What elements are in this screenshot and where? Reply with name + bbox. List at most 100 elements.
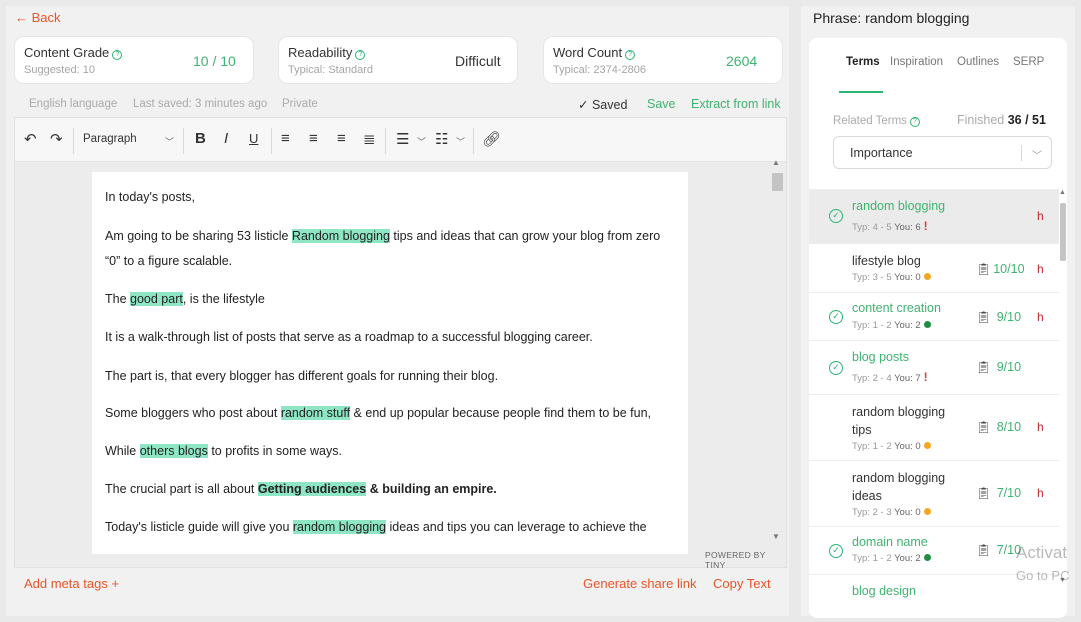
editor-document[interactable]: In today's posts, Am going to be sharing… <box>92 172 688 554</box>
term-typical: Typ: 4 - 5 <box>852 222 892 233</box>
copy-text-button[interactable]: Copy Text <box>713 576 771 591</box>
align-center-icon[interactable]: ≡ <box>309 130 318 147</box>
info-icon[interactable]: ? <box>625 50 636 60</box>
undo-icon[interactable]: ↶ <box>24 130 37 148</box>
check-circle-icon: ✓ <box>829 544 843 558</box>
info-icon[interactable]: ? <box>355 50 366 60</box>
add-meta-tags-button[interactable]: Add meta tags + <box>24 576 119 591</box>
term-name: blog design <box>852 584 916 598</box>
paragraph: It is a walk-through list of posts that … <box>105 330 593 344</box>
info-icon[interactable]: ? <box>112 50 123 60</box>
text: While <box>105 444 140 458</box>
numbered-list-icon[interactable]: ☷ <box>435 130 448 148</box>
chevron-down-icon[interactable]: ﹀ <box>165 135 174 148</box>
editor-scrollbar[interactable]: ▲ ▼ <box>769 158 783 550</box>
chevron-down-icon[interactable]: ﹀ <box>456 135 465 148</box>
tab-outlines[interactable]: Outlines <box>957 56 999 68</box>
term-name: content creation <box>852 301 941 315</box>
content-grade-title-text: Content Grade <box>24 45 110 60</box>
term-score-value: 9/10 <box>996 310 1022 324</box>
term-row[interactable]: random blogging ideas Typ: 2 - 3 You: 0 … <box>809 461 1059 527</box>
term-usage: Typ: 1 - 2 You: 2 <box>852 320 931 331</box>
term-row[interactable]: ✓ random blogging Typ: 4 - 5 You: 6! h <box>809 189 1059 244</box>
term-row[interactable]: ✓ content creation Typ: 1 - 2 You: 2 📋︎ … <box>809 293 1059 341</box>
align-right-icon[interactable]: ≡ <box>337 130 346 147</box>
heading-flag: h <box>1037 486 1044 500</box>
clipboard-icon: 📋︎ <box>976 543 992 557</box>
save-button[interactable]: Save <box>647 97 676 111</box>
term-score-value: 8/10 <box>996 420 1022 434</box>
extract-from-link-button[interactable]: Extract from link <box>691 97 781 111</box>
clipboard-icon: 📋︎ <box>976 310 992 324</box>
readability-typical: Typical: Standard <box>288 64 373 76</box>
status-bar: English language Last saved: 3 minutes a… <box>6 97 789 114</box>
tab-inspiration[interactable]: Inspiration <box>890 56 943 68</box>
tab-terms[interactable]: Terms <box>846 56 880 68</box>
editor-panel: ← Back Content Grade? Suggested: 10 10 /… <box>6 6 789 616</box>
term-name: random blogging <box>852 199 946 213</box>
text: ideas and tips you can leverage to achie… <box>386 520 647 534</box>
word-count-value: 2604 <box>726 53 758 69</box>
scroll-up-icon[interactable]: ▲ <box>1059 189 1066 196</box>
word-count-typical: Typical: 2374-2806 <box>553 64 646 76</box>
term-score-value: 10/10 <box>993 262 1025 276</box>
term-you: You: 0 <box>894 272 921 283</box>
term-score-value: 9/10 <box>996 360 1022 374</box>
status-dot-icon <box>923 321 931 328</box>
term-usage: Typ: 3 - 5 You: 0 <box>852 272 931 283</box>
status-dot-icon <box>923 442 931 449</box>
highlighted-term: good part <box>130 292 183 306</box>
back-link[interactable]: ← Back <box>15 10 61 25</box>
term-name: random blogging <box>852 405 946 419</box>
scrollbar-thumb[interactable] <box>1060 203 1066 261</box>
term-row[interactable]: random blogging tips Typ: 1 - 2 You: 0 📋… <box>809 395 1059 461</box>
rich-text-editor: ↶ ↷ Paragraph ﹀ B I U ≡ ≡ ≡ ≣ ☰ ﹀ ☷ ﹀ 🔗︎… <box>14 117 787 570</box>
term-row[interactable]: ✓ blog posts Typ: 2 - 4 You: 7! 📋︎ 9/10 <box>809 341 1059 395</box>
redo-icon[interactable]: ↷ <box>50 130 63 148</box>
term-you: You: 7 <box>894 373 921 384</box>
generate-share-link-button[interactable]: Generate share link <box>583 576 696 591</box>
text: The crucial part is all about <box>105 482 258 496</box>
sort-select-value: Importance <box>850 146 913 160</box>
term-typical: Typ: 1 - 2 <box>852 320 892 331</box>
term-name: blog posts <box>852 350 909 364</box>
chevron-down-icon[interactable]: ﹀ <box>1032 147 1042 162</box>
status-dot-icon <box>923 273 931 280</box>
bullet-list-icon[interactable]: ☰ <box>396 130 409 148</box>
editor-toolbar: ↶ ↷ Paragraph ﹀ B I U ≡ ≡ ≡ ≣ ☰ ﹀ ☷ ﹀ 🔗︎ <box>15 118 786 162</box>
related-terms-text: Related Terms <box>833 115 907 127</box>
paragraph: While others blogs to profits in some wa… <box>105 444 342 458</box>
readability-card: Readability? Typical: Standard Difficult <box>278 36 518 84</box>
term-typical: Typ: 3 - 5 <box>852 272 892 283</box>
underline-icon[interactable]: U <box>249 131 258 146</box>
link-icon[interactable]: 🔗︎ <box>482 130 501 148</box>
term-score: 📋︎ 7/10 <box>976 486 1021 500</box>
text: to profits in some ways. <box>207 444 342 458</box>
scroll-down-icon[interactable]: ▼ <box>772 532 780 541</box>
align-left-icon[interactable]: ≡ <box>281 130 290 147</box>
tab-serp[interactable]: SERP <box>1013 56 1044 68</box>
finished-counter: Finished 36 / 51 <box>957 113 1046 127</box>
term-typical: Typ: 2 - 4 <box>852 373 892 384</box>
term-you: You: 0 <box>894 441 921 452</box>
powered-by-label[interactable]: POWERED BY TINY <box>705 550 786 570</box>
highlighted-term: others blogs <box>139 444 208 458</box>
paragraph: The good part, is the lifestyle <box>105 292 265 306</box>
info-icon[interactable]: ? <box>909 117 920 127</box>
term-row[interactable]: lifestyle blog Typ: 3 - 5 You: 0 📋︎ 10/10… <box>809 244 1059 293</box>
align-justify-icon[interactable]: ≣ <box>363 130 376 148</box>
paragraph: Some bloggers who post about random stuf… <box>105 406 651 420</box>
italic-icon[interactable]: I <box>224 130 228 147</box>
bold-icon[interactable]: B <box>195 130 206 147</box>
scroll-up-icon[interactable]: ▲ <box>772 158 780 167</box>
heading-flag: h <box>1037 310 1044 324</box>
finished-label: Finished <box>957 113 1005 127</box>
toolbar-divider <box>271 128 272 154</box>
scrollbar-thumb[interactable] <box>772 173 783 191</box>
paragraph: “0” to a figure scalable. <box>105 254 233 268</box>
sort-select[interactable]: Importance ﹀ <box>833 136 1052 169</box>
chevron-down-icon[interactable]: ﹀ <box>417 135 426 148</box>
clipboard-icon: 📋︎ <box>976 262 992 276</box>
term-score-value: 7/10 <box>996 486 1022 500</box>
block-format-select[interactable]: Paragraph <box>83 133 137 145</box>
